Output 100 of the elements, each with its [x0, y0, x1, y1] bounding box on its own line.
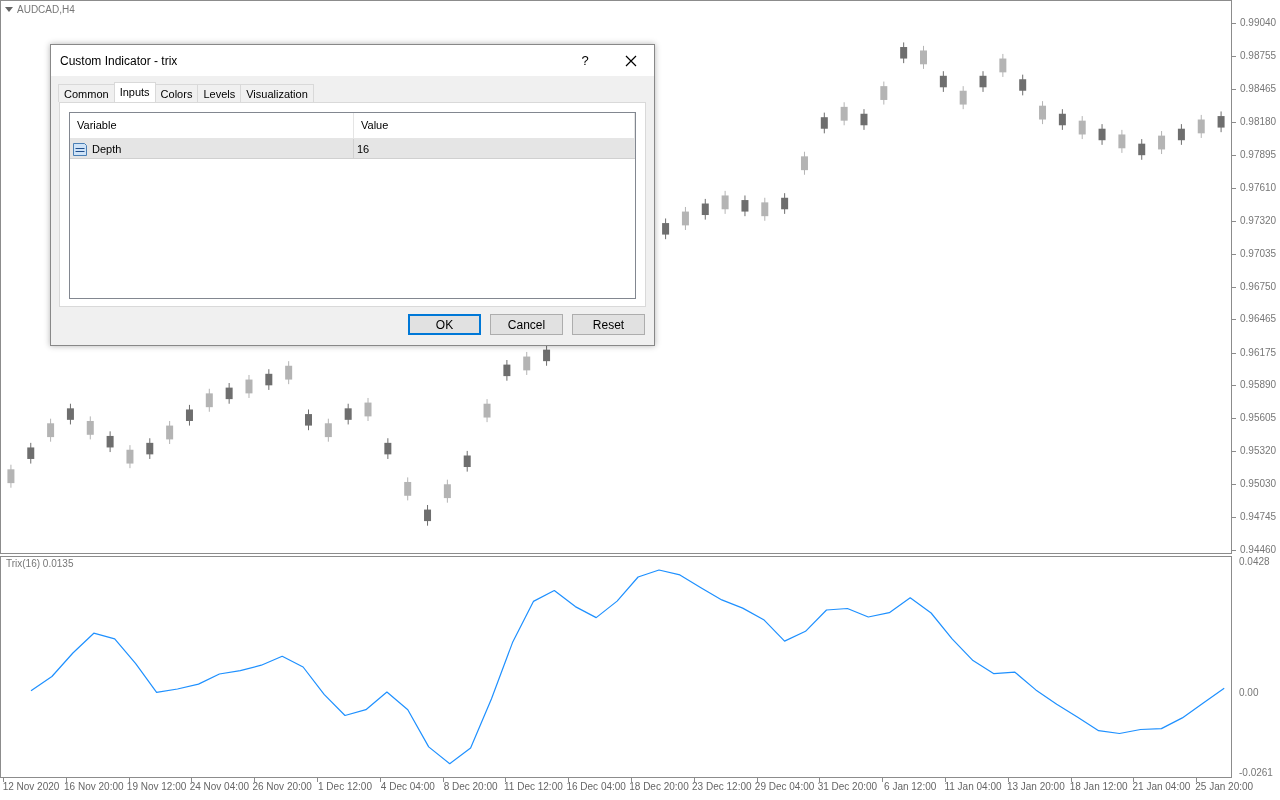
- price-axis-label: 0.98755: [1240, 49, 1277, 62]
- time-axis-label: 12 Nov 2020: [2, 781, 60, 792]
- price-axis-label: 0.96465: [1240, 313, 1277, 326]
- candlestick: [761, 197, 769, 221]
- dialog-button[interactable]: OK: [408, 314, 481, 335]
- close-icon: [625, 54, 637, 67]
- price-axis-label: 0.95605: [1240, 412, 1277, 425]
- price-axis-label: 0.95030: [1240, 478, 1277, 491]
- column-header: Value: [354, 113, 635, 138]
- time-axis-label: 16 Dec 04:00: [566, 781, 626, 792]
- price-axis-label: 0.98465: [1240, 83, 1277, 96]
- time-axis-label: 4 Dec 04:00: [380, 781, 435, 792]
- candlestick: [900, 42, 908, 64]
- dropdown-triangle-icon[interactable]: [5, 7, 13, 12]
- time-axis-label: 1 Dec 12:00: [318, 781, 372, 792]
- candlestick: [225, 383, 233, 404]
- candlestick: [800, 151, 808, 175]
- time-axis-label: 18 Dec 20:00: [629, 781, 689, 792]
- help-button[interactable]: ?: [562, 53, 608, 68]
- candlestick: [543, 345, 551, 366]
- candlestick: [920, 45, 927, 69]
- candlestick: [701, 198, 709, 220]
- candlestick: [1039, 101, 1047, 125]
- time-axis-label: 24 Nov 04:00: [189, 781, 250, 792]
- price-axis-label: 0.97035: [1240, 247, 1277, 260]
- candlestick: [245, 374, 253, 398]
- time-axis-label: 29 Dec 04:00: [754, 781, 815, 792]
- price-axis-label: 0.99040: [1240, 17, 1277, 29]
- candlestick: [1019, 74, 1027, 96]
- candlestick: [205, 388, 213, 412]
- candlestick: [721, 190, 729, 214]
- candlestick: [781, 193, 789, 214]
- candlestick: [443, 479, 451, 503]
- time-axis-label: 11 Jan 04:00: [944, 781, 1002, 792]
- candlestick: [959, 86, 967, 110]
- table-row[interactable]: Depth 16: [70, 139, 635, 159]
- candlestick: [1118, 129, 1126, 153]
- time-axis-label: 13 Jan 20:00: [1006, 781, 1065, 792]
- candlestick: [7, 464, 15, 488]
- candlestick: [840, 102, 848, 126]
- candlestick: [364, 397, 372, 421]
- time-axis-label: 26 Nov 20:00: [252, 781, 312, 792]
- candlestick: [86, 416, 94, 440]
- dialog-button[interactable]: Cancel: [490, 314, 563, 335]
- candlestick: [166, 421, 174, 444]
- time-axis-label: 8 Dec 20:00: [443, 781, 498, 792]
- indicator-label: Trix(16) 0.0135: [6, 558, 74, 569]
- candlestick: [285, 361, 293, 385]
- time-axis-label: 11 Dec 12:00: [504, 781, 563, 792]
- candlestick: [662, 218, 670, 240]
- number-icon: [72, 140, 88, 157]
- candlestick: [66, 403, 74, 425]
- indicator-axis-label: 0.0428: [1239, 556, 1270, 568]
- candlestick: [1197, 114, 1205, 138]
- time-axis-label: 6 Jan 12:00: [884, 781, 937, 792]
- candlestick: [344, 403, 352, 425]
- price-axis-label: 0.97610: [1240, 181, 1277, 194]
- candlestick: [1098, 124, 1106, 145]
- variable-name: Depth: [92, 142, 122, 155]
- candlestick: [185, 404, 193, 426]
- candlestick: [979, 71, 987, 92]
- candlestick: [483, 399, 491, 423]
- time-axis-label: 19 Nov 12:00: [126, 781, 187, 792]
- candlestick: [305, 409, 312, 431]
- indicator-axis-label: -0.0261: [1239, 766, 1273, 778]
- candlestick: [741, 195, 749, 217]
- candlestick: [1177, 124, 1185, 145]
- candlestick: [503, 360, 511, 381]
- price-axis-label: 0.97895: [1240, 148, 1277, 161]
- dialog-button[interactable]: Reset: [572, 314, 645, 335]
- price-axis-label: 0.98180: [1240, 115, 1277, 128]
- candlestick: [681, 206, 689, 230]
- time-axis-label: 16 Nov 20:00: [64, 781, 124, 792]
- price-axis-label: 0.97320: [1240, 214, 1277, 227]
- indicator-axis-label: 0.00: [1239, 686, 1259, 698]
- candlestick: [523, 351, 531, 375]
- candlestick: [939, 71, 947, 92]
- candlestick: [1138, 139, 1146, 160]
- candlestick: [1217, 111, 1225, 133]
- candlestick: [424, 505, 432, 526]
- tab[interactable]: Visualization: [240, 84, 314, 102]
- candlestick: [47, 418, 55, 442]
- candlestick: [146, 438, 154, 459]
- candlestick: [27, 442, 35, 464]
- time-axis-label: 21 Jan 04:00: [1132, 781, 1191, 792]
- price-axis-label: 0.96175: [1240, 346, 1277, 359]
- tab[interactable]: Inputs: [113, 82, 156, 102]
- candlestick: [384, 438, 392, 459]
- candlestick: [463, 450, 471, 472]
- candlestick: [1158, 131, 1166, 155]
- price-axis-label: 0.95320: [1240, 445, 1277, 458]
- candlestick: [265, 369, 273, 390]
- price-axis-label: 0.94745: [1240, 511, 1277, 524]
- time-axis-label: 18 Jan 12:00: [1069, 781, 1128, 792]
- candlestick: [820, 112, 828, 134]
- time-axis-label: 31 Dec 20:00: [817, 781, 878, 792]
- tab[interactable]: Common: [58, 84, 115, 102]
- candlestick: [1058, 109, 1066, 130]
- price-axis-label: 0.95890: [1240, 379, 1277, 392]
- candlestick: [324, 418, 332, 442]
